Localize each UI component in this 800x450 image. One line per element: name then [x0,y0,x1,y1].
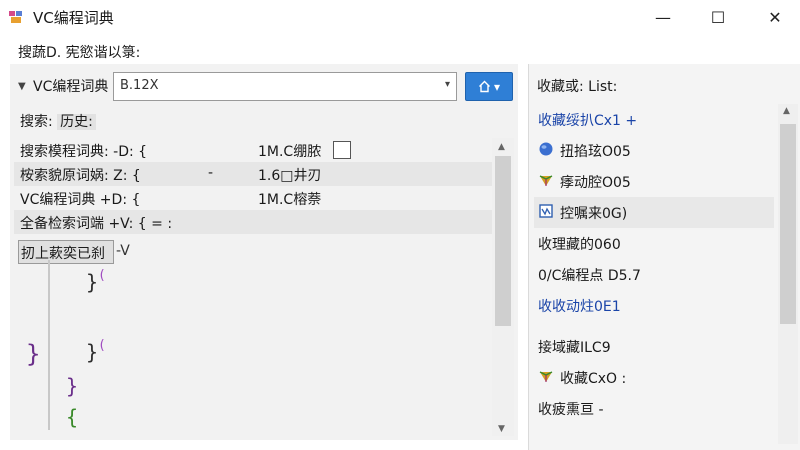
globe-icon [538,141,554,161]
favorite-item-label: 收疲熏亘 - [538,401,604,418]
close-button[interactable]: ✕ [752,0,798,34]
chevron-down-icon[interactable]: ▾ [445,79,450,90]
window-title: VC编程词典 [33,9,114,27]
tree-root-label[interactable]: VC编程词典 [33,76,108,96]
history-suffix: -V [116,243,130,259]
favorite-item[interactable]: 控嘱来0G) [534,197,774,228]
code-brace: } [26,340,41,368]
list-item-checkbox[interactable] [333,141,351,159]
search-input-value[interactable]: B.12X [120,78,159,93]
code-paren: ( [98,338,106,353]
scroll-thumb[interactable] [495,156,511,326]
result-list: 搜索模程词典: -D: { 1M.C绷脓桉索貌原词娲: Z: { - 1.6□井刃 VC… [14,138,492,234]
favorite-item-label: 收藏绥扒Cx1 + [538,112,638,129]
favorite-item[interactable]: 收藏CxO : [534,362,774,393]
search-section-label: 搜索: [20,114,53,130]
favorite-item-label: 0/C编程点 D5.7 [538,267,641,284]
favorite-item[interactable]: 扭掐玹O05 [534,135,774,166]
favorite-item-label: 接域藏ILC9 [538,339,611,356]
list-item-label: VC编程词典 +D: { [20,192,141,208]
code-indent-guide [48,260,54,430]
favorite-item-label: 控嘱来0G) [560,205,628,222]
list-item-value: 1.6□井刃 [258,168,322,184]
favorite-item[interactable]: 收理藏的060 [534,228,774,259]
gem-icon [538,172,554,192]
list-item-label: 全备检索词端 +V: { = : [20,216,173,232]
gem-icon [538,368,554,388]
history-button[interactable]: 扨上蔌奕已刹 [18,240,114,264]
section-label: 搜索: 历史: [20,111,96,131]
favorites-list: 收藏绥扒Cx1 + 扭掐玹O05 痵动腔O05 控嘱来0G) 收理藏的060 0/C编程点… [534,104,774,424]
title-bar: VC编程词典 — ☐ ✕ [0,0,800,34]
favorite-item[interactable]: 收疲熏亘 - [534,393,774,424]
list-item[interactable]: 全备检索词端 +V: { = : [14,210,492,234]
list-item[interactable]: 搜索模程词典: -D: { 1M.C绷脓 [14,138,492,162]
code-brace: } [66,374,79,398]
favorite-item[interactable]: 接域藏ILC9 [534,331,774,362]
scroll-up-icon[interactable]: ▲ [783,106,790,116]
app-logo-icon [9,11,22,23]
favorites-divider [534,321,774,331]
favorite-item[interactable]: 收收动炷0E1 [534,290,774,321]
code-paren: ( [98,268,106,283]
favorite-item-label: 收理藏的060 [538,236,621,253]
code-brace: } [86,340,99,364]
home-dropdown-icon: ▾ [493,79,501,94]
list-item[interactable]: VC编程词典 +D: { 1M.C榕萘 [14,186,492,210]
favorite-item[interactable]: 0/C编程点 D5.7 [534,259,774,290]
favorite-item-label: 痵动腔O05 [560,174,631,191]
favorite-item-label: 收收动炷0E1 [538,298,621,315]
doc-icon [538,203,554,223]
favorite-item-label: 扭掐玹O05 [560,143,631,160]
favorites-scrollbar[interactable]: ▲ [778,104,798,444]
menu-label[interactable]: 搜蔬D. 宪慾谐以箓: [18,42,140,62]
code-brace: } [86,270,99,294]
list-item[interactable]: 桉索貌原词娲: Z: { - 1.6□井刃 [14,162,492,186]
list-item-dash: - [208,165,214,181]
minimize-button[interactable]: — [640,0,686,34]
favorite-item[interactable]: 痵动腔O05 [534,166,774,197]
list-item-value: 1M.C绷脓 [258,144,322,160]
favorite-item-label: 收藏CxO : [560,370,627,387]
tree-expand-icon[interactable]: ▼ [18,81,26,92]
favorite-item[interactable]: 收藏绥扒Cx1 + [534,104,774,135]
search-combobox[interactable]: B.12X ▾ [113,72,457,101]
home-button[interactable]: ▾ [465,72,513,101]
home-icon [478,80,490,93]
list-item-label: 搜索模程词典: -D: { [20,144,148,160]
tab-history[interactable]: 历史: [57,114,96,130]
list-item-label: 桉索貌原词娲: Z: { [20,168,141,184]
favorites-header: 收藏或: List: [537,79,618,95]
list-item-value: 1M.C榕萘 [258,192,322,208]
scroll-thumb[interactable] [780,124,796,324]
scroll-up-icon[interactable]: ▲ [498,142,505,152]
maximize-button[interactable]: ☐ [695,0,741,34]
scroll-down-icon[interactable]: ▼ [498,424,505,434]
code-brace: { [66,405,79,429]
result-scrollbar[interactable]: ▲ ▼ [492,138,514,436]
